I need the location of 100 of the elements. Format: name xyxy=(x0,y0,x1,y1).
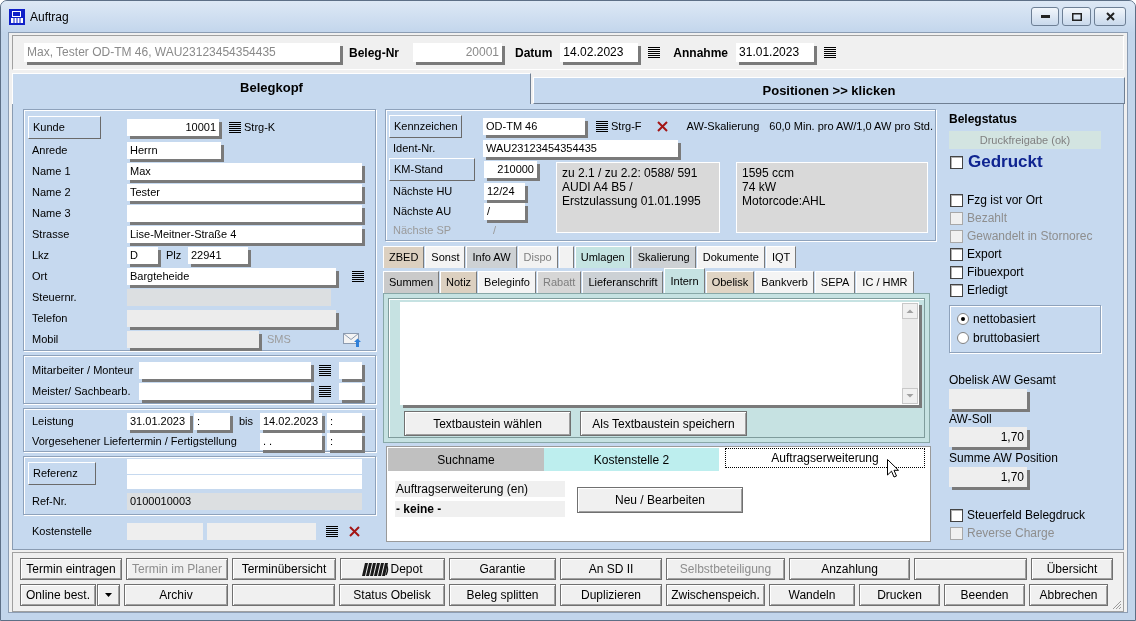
tab[interactable]: Belegkopf xyxy=(12,73,531,104)
tab[interactable] xyxy=(558,246,574,268)
tab[interactable]: IQT xyxy=(766,246,797,268)
dropdown-button[interactable] xyxy=(97,584,120,606)
tab[interactable]: Sonst xyxy=(425,246,466,268)
input-field[interactable] xyxy=(127,331,259,348)
list-icon[interactable] xyxy=(648,47,661,58)
x-mark-icon[interactable] xyxy=(656,121,668,132)
input-field[interactable]: 1,70 xyxy=(949,427,1027,447)
reference-button[interactable]: Referenz xyxy=(28,462,96,485)
tab[interactable]: Umlagen xyxy=(574,246,631,268)
list-icon[interactable] xyxy=(352,271,364,282)
input-field[interactable]: OD-TM 46 xyxy=(483,118,585,135)
input-field[interactable]: Bargteheide xyxy=(127,268,336,285)
toolbar-button[interactable]: Drucken xyxy=(859,584,940,606)
toolbar-button[interactable]: Duplizieren xyxy=(560,584,662,606)
input-field[interactable] xyxy=(127,459,362,474)
toolbar-button[interactable] xyxy=(232,584,335,606)
input-field[interactable] xyxy=(949,389,1027,409)
checkbox[interactable] xyxy=(950,155,963,169)
input-field[interactable] xyxy=(207,522,316,540)
input-field[interactable]: 31.01.2023 xyxy=(127,412,190,430)
toolbar-button[interactable]: Zwischenspeich. xyxy=(666,584,765,606)
input-field[interactable]: Tester xyxy=(127,184,362,201)
input-field[interactable]: WAU23123454354435 xyxy=(483,139,678,157)
toolbar-button[interactable]: Garantie xyxy=(449,558,556,580)
maximize-button[interactable] xyxy=(1062,7,1091,26)
text-button[interactable]: Als Textbaustein speichern xyxy=(580,411,747,436)
list-icon[interactable] xyxy=(319,365,331,376)
toolbar-button[interactable]: Beleg splitten xyxy=(449,584,556,606)
toolbar-button[interactable]: Archiv xyxy=(124,584,228,606)
input-field[interactable]: 22941 xyxy=(188,247,248,264)
input-field[interactable]: Herrn xyxy=(127,142,221,159)
tab[interactable]: Lieferanschrift xyxy=(582,271,664,293)
text-button[interactable]: Textbaustein wählen xyxy=(404,411,571,436)
input-field[interactable]: 12/24 xyxy=(484,182,525,200)
toolbar-button[interactable]: Termin eintragen xyxy=(20,558,122,580)
envelope-icon[interactable] xyxy=(343,332,361,347)
tab[interactable]: Summen xyxy=(383,271,440,293)
toolbar-button[interactable]: An SD II xyxy=(560,558,662,580)
toolbar-button[interactable]: Status Obelisk xyxy=(339,584,445,606)
input-field[interactable]: 0100010003 xyxy=(127,493,362,510)
input-field[interactable]: Max xyxy=(127,163,362,180)
checkbox[interactable] xyxy=(950,265,963,279)
toolbar-button[interactable]: Terminübersicht xyxy=(232,558,336,580)
tab[interactable]: Notiz xyxy=(440,271,478,293)
toolbar-button[interactable]: Abbrechen xyxy=(1029,584,1108,606)
input-field[interactable] xyxy=(127,522,203,540)
tab[interactable]: Obelisk xyxy=(705,271,755,293)
toolbar-button[interactable]: Online best. xyxy=(20,584,96,606)
input-field[interactable] xyxy=(139,362,311,379)
input-field[interactable] xyxy=(339,362,362,379)
toolbar-button[interactable]: Übersicht xyxy=(1031,558,1113,580)
list-icon[interactable] xyxy=(326,525,338,537)
close-button[interactable] xyxy=(1094,7,1126,26)
edit-button[interactable]: Neu / Bearbeiten xyxy=(577,487,743,513)
tab[interactable]: Intern xyxy=(664,268,705,293)
checkbox[interactable] xyxy=(950,247,963,261)
input-field[interactable]: Lise-Meitner-Straße 4 xyxy=(127,226,362,243)
input-field[interactable]: : xyxy=(327,412,362,430)
tab[interactable]: Bankverb xyxy=(755,271,814,293)
radio-button[interactable] xyxy=(957,312,969,325)
input-field[interactable] xyxy=(127,475,362,489)
plate-button[interactable]: Kennzeichen xyxy=(389,115,462,138)
list-icon[interactable] xyxy=(596,121,608,132)
tab[interactable]: Suchname xyxy=(388,448,544,471)
tab[interactable]: Info AW xyxy=(466,246,517,268)
toolbar-button[interactable]: Wandeln xyxy=(769,584,855,606)
resize-grip-icon[interactable] xyxy=(1112,600,1122,610)
tab[interactable]: Positionen >> klicken xyxy=(533,77,1125,104)
tab[interactable]: IC / HMR xyxy=(856,271,914,293)
customer-button[interactable]: Kunde xyxy=(28,116,101,139)
input-field[interactable]: 10001 xyxy=(127,119,219,136)
input-field[interactable]: : xyxy=(194,412,230,430)
tab[interactable]: Kostenstelle 2 xyxy=(544,448,719,471)
input-field[interactable]: 14.02.2023 xyxy=(260,412,322,430)
tab[interactable]: SEPA xyxy=(814,271,856,293)
x-mark-icon[interactable] xyxy=(349,525,360,537)
checkbox[interactable] xyxy=(950,283,963,297)
checkbox[interactable] xyxy=(950,508,963,522)
input-field[interactable]: D xyxy=(127,247,158,264)
input-field[interactable] xyxy=(127,205,362,222)
mileage-button[interactable]: KM-Stand xyxy=(389,158,475,181)
input-field[interactable] xyxy=(139,383,311,400)
minimize-button[interactable] xyxy=(1031,7,1059,26)
list-icon[interactable] xyxy=(319,386,331,397)
toolbar-button[interactable]: Depot xyxy=(340,558,445,580)
input-field[interactable]: 31.01.2023 xyxy=(736,43,815,62)
input-field[interactable] xyxy=(127,289,331,306)
checkbox[interactable] xyxy=(950,193,963,207)
radio-button[interactable] xyxy=(957,331,969,344)
input-field[interactable] xyxy=(127,310,336,327)
list-icon[interactable] xyxy=(824,47,837,58)
input-field[interactable]: 1,70 xyxy=(949,467,1027,487)
input-field[interactable]: 14.02.2023 xyxy=(560,43,639,62)
input-field[interactable]: 210000 xyxy=(484,161,537,178)
tab[interactable]: Beleginfo xyxy=(478,271,536,293)
toolbar-button[interactable] xyxy=(914,558,1027,580)
tab[interactable]: ZBED xyxy=(383,246,425,268)
toolbar-button[interactable]: Beenden xyxy=(944,584,1025,606)
